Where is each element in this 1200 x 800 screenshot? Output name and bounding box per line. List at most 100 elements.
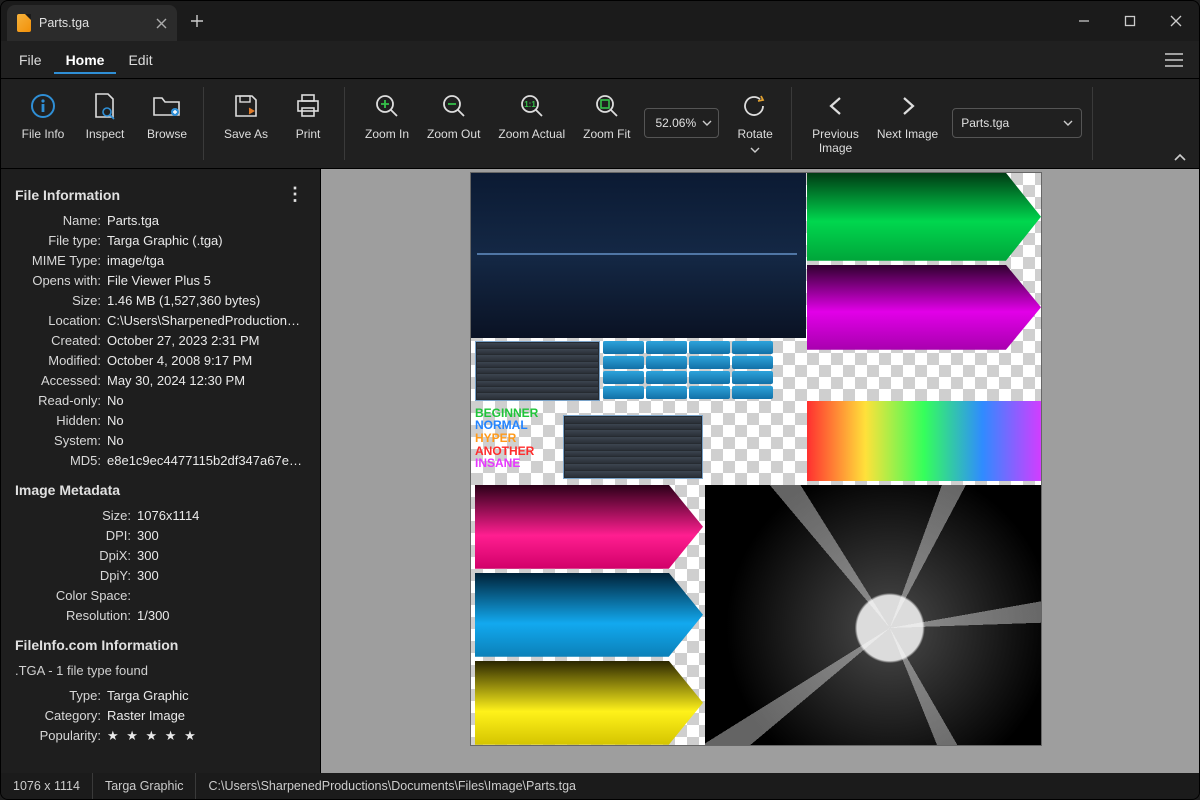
v-accessed: May 30, 2024 12:30 PM: [107, 373, 304, 388]
menu-home[interactable]: Home: [54, 46, 117, 74]
next-image-label: Next Image: [877, 127, 938, 141]
zoom-actual-icon: 1:1: [517, 91, 547, 121]
difficulty-labels: BEGINNER NORMAL HYPER ANOTHER INSANE: [475, 407, 538, 470]
zoom-out-label: Zoom Out: [427, 127, 480, 141]
menu-file[interactable]: File: [7, 46, 54, 74]
zoom-level-value: 52.06%: [655, 116, 696, 130]
info-panel: File Information ⋮ Name:Parts.tga File t…: [1, 169, 321, 773]
file-select-value: Parts.tga: [961, 116, 1009, 130]
rotate-button[interactable]: Rotate: [729, 87, 781, 157]
status-path: C:\Users\SharpenedProductions\Documents\…: [196, 773, 588, 799]
file-information-heading: File Information: [15, 187, 120, 203]
v-mime: image/tga: [107, 253, 304, 268]
v-filetype: Targa Graphic (.tga): [107, 233, 304, 248]
fileinfo-com-subtext: .TGA - 1 file type found: [15, 663, 304, 678]
file-information-list: Name:Parts.tga File type:Targa Graphic (…: [15, 213, 304, 468]
file-info-button[interactable]: File Info: [17, 87, 69, 145]
file-select[interactable]: Parts.tga: [952, 108, 1082, 138]
fileinfo-com-heading: FileInfo.com Information: [15, 637, 304, 653]
document-icon: [17, 14, 31, 32]
minimize-button[interactable]: [1061, 1, 1107, 41]
titlebar: Parts.tga: [1, 1, 1199, 41]
v-dpix: 300: [137, 548, 304, 563]
zoom-out-button[interactable]: Zoom Out: [423, 87, 484, 145]
zoom-fit-button[interactable]: Zoom Fit: [579, 87, 634, 145]
v-cspace: [137, 588, 304, 603]
browse-button[interactable]: Browse: [141, 87, 193, 145]
zoom-out-icon: [439, 91, 469, 121]
hamburger-icon[interactable]: [1155, 47, 1193, 73]
v-hidden: No: [107, 413, 304, 428]
image-metadata-heading: Image Metadata: [15, 482, 304, 498]
file-info-label: File Info: [22, 127, 65, 141]
v-size: 1.46 MB (1,527,360 bytes): [107, 293, 304, 308]
save-icon: [231, 91, 261, 121]
printer-icon: [293, 91, 323, 121]
statusbar: 1076 x 1114 Targa Graphic C:\Users\Sharp…: [1, 773, 1199, 799]
status-format: Targa Graphic: [93, 773, 197, 799]
rotate-icon: [740, 91, 770, 121]
zoom-in-button[interactable]: Zoom In: [361, 87, 413, 145]
zoom-level-select[interactable]: 52.06%: [644, 108, 719, 138]
window-controls: [1061, 1, 1199, 41]
v-fipopularity: ★ ★ ★ ★ ★: [107, 728, 304, 744]
fileinfo-com-list: Type:Targa Graphic Category:Raster Image…: [15, 688, 304, 744]
v-modified: October 4, 2008 9:17 PM: [107, 353, 304, 368]
v-dpiy: 300: [137, 568, 304, 583]
close-window-button[interactable]: [1153, 1, 1199, 41]
info-icon: [28, 91, 58, 121]
v-fitype: Targa Graphic: [107, 688, 304, 703]
ribbon: File Info Inspect Browse Save As Print: [1, 79, 1199, 169]
image-content: BEGINNER NORMAL HYPER ANOTHER INSANE: [471, 173, 1041, 745]
file-search-icon: [90, 91, 120, 121]
v-opens: File Viewer Plus 5: [107, 273, 304, 288]
v-name: Parts.tga: [107, 213, 304, 228]
save-as-label: Save As: [224, 127, 268, 141]
v-md5: e8e1c9ec4477115b2df347a67ee8b2e1: [107, 453, 304, 468]
new-tab-button[interactable]: [177, 1, 217, 41]
zoom-fit-icon: [592, 91, 622, 121]
chevron-left-icon: [821, 91, 851, 121]
v-created: October 27, 2023 2:31 PM: [107, 333, 304, 348]
menubar: File Home Edit: [1, 41, 1199, 79]
image-metadata-list: Size:1076x1114 DPI:300 DpiX:300 DpiY:300…: [15, 508, 304, 623]
collapse-ribbon-button[interactable]: [1173, 152, 1187, 162]
previous-image-label: Previous Image: [812, 127, 859, 156]
save-as-button[interactable]: Save As: [220, 87, 272, 145]
chevron-down-icon: [1063, 120, 1073, 126]
chevron-right-icon: [893, 91, 923, 121]
v-imgsize: 1076x1114: [137, 508, 304, 523]
v-location: C:\Users\SharpenedProductions\Docu...: [107, 313, 304, 328]
zoom-fit-label: Zoom Fit: [583, 127, 630, 141]
v-ficat: Raster Image: [107, 708, 304, 723]
zoom-in-icon: [372, 91, 402, 121]
zoom-in-label: Zoom In: [365, 127, 409, 141]
panel-menu-icon[interactable]: ⋮: [286, 190, 304, 199]
chevron-down-icon: [702, 120, 712, 126]
v-dpi: 300: [137, 528, 304, 543]
rotate-label: Rotate: [737, 127, 772, 141]
maximize-button[interactable]: [1107, 1, 1153, 41]
zoom-actual-button[interactable]: 1:1 Zoom Actual: [494, 87, 569, 145]
tab-parts-tga[interactable]: Parts.tga: [7, 5, 177, 41]
tab-title: Parts.tga: [39, 16, 89, 30]
print-button[interactable]: Print: [282, 87, 334, 145]
v-readonly: No: [107, 393, 304, 408]
zoom-actual-label: Zoom Actual: [498, 127, 565, 141]
menu-edit[interactable]: Edit: [116, 46, 164, 74]
print-label: Print: [296, 127, 321, 141]
chevron-down-icon: [750, 147, 760, 153]
close-tab-icon[interactable]: [156, 18, 167, 29]
previous-image-button[interactable]: Previous Image: [808, 87, 863, 160]
status-dimensions: 1076 x 1114: [1, 773, 93, 799]
inspect-label: Inspect: [86, 127, 125, 141]
next-image-button[interactable]: Next Image: [873, 87, 942, 145]
v-system: No: [107, 433, 304, 448]
inspect-button[interactable]: Inspect: [79, 87, 131, 145]
info-panel-scroll[interactable]: File Information ⋮ Name:Parts.tga File t…: [1, 169, 312, 773]
browse-label: Browse: [147, 127, 187, 141]
folder-icon: [152, 91, 182, 121]
image-canvas[interactable]: BEGINNER NORMAL HYPER ANOTHER INSANE: [321, 169, 1199, 773]
svg-text:1:1: 1:1: [524, 100, 536, 109]
main-area: File Information ⋮ Name:Parts.tga File t…: [1, 169, 1199, 773]
